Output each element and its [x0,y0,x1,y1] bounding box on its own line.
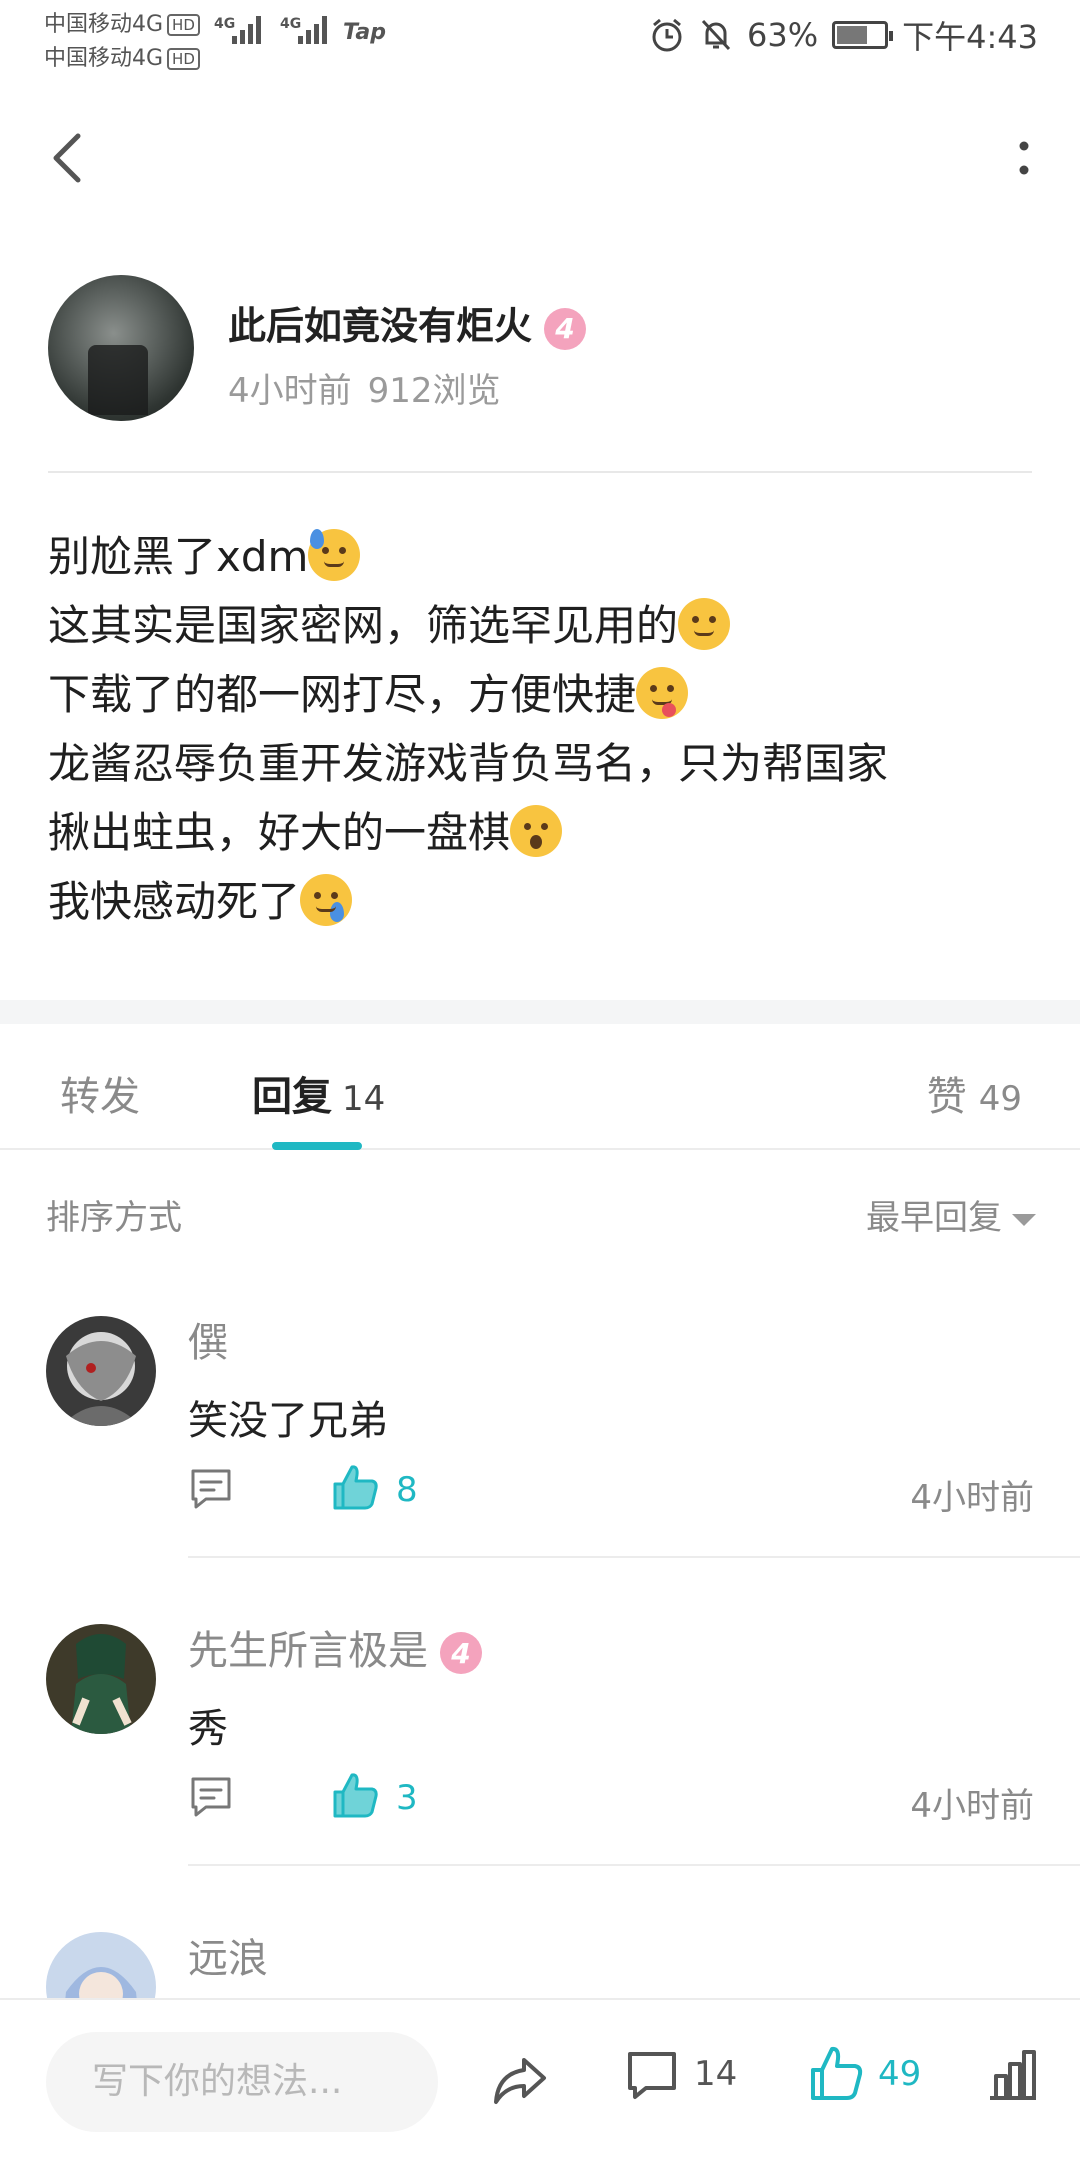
tab-indicator [272,1142,362,1150]
sort-dropdown[interactable]: 最早回复 [866,1190,1036,1239]
author-name-row: 此后如竟没有炬火 4 [228,295,587,350]
carrier-2: 中国移动4G [44,46,164,71]
reply-icon[interactable] [188,1774,234,1820]
tap-app-icon: Tap [343,20,386,45]
battery-icon [832,21,894,49]
astonished-face-emoji-icon [510,805,563,857]
post-time: 4小时前 [228,371,352,411]
wink-face-emoji-icon [678,598,731,650]
divider [188,1556,1080,1558]
commenter-avatar[interactable] [46,1624,156,1734]
sort-bar: 排序方式 最早回复 [46,1190,1036,1240]
post-line: 我快感动死了 [48,867,1048,936]
signal-icon [232,16,261,44]
top-nav [0,110,1080,200]
level-badge: 4 [544,307,587,350]
share-arrow-icon[interactable] [490,2050,550,2110]
caret-down-icon [1012,1213,1036,1226]
commenter-name[interactable]: 先生所言极是 [188,1628,428,1674]
like-count: 49 [978,1079,1022,1119]
more-vertical-icon[interactable] [1012,138,1036,186]
post-line: 别尬黑了xdm [48,522,1048,591]
comment-like-count: 3 [396,1778,418,1818]
comment-time: 4小时前 [910,1478,1034,1518]
thumbs-up-icon[interactable] [332,1462,380,1512]
alarm-icon [652,18,682,52]
hd-badge: HD [167,48,200,70]
post-line: 下载了的都一网打尽，方便快捷 [48,660,1048,729]
thumbs-up-icon[interactable] [332,1770,380,1820]
tab-reply[interactable]: 回复 14 [252,1064,385,1122]
bottom-comment-count: 14 [694,2054,738,2094]
post-author: 此后如竟没有炬火 4 4小时前 912浏览 [48,275,1038,425]
post-line: 龙酱忍辱负重开发游戏背负骂名，只为帮国家 [48,739,889,788]
view-count: 912浏览 [367,371,501,411]
comment-like-count: 8 [396,1470,418,1510]
clock: 下午4:43 [902,18,1038,56]
post-line: 这其实是国家密网，筛选罕见用的 [48,591,1048,660]
post-body: 别尬黑了xdm 这其实是国家密网，筛选罕见用的 下载了的都一网打尽，方便快捷 龙… [48,522,1048,936]
post-line: 揪出蛀虫，好大的一盘棋 [48,798,1048,867]
comment-time: 4小时前 [910,1786,1034,1826]
carrier-info: 中国移动4G HD 中国移动4G HD [44,8,200,76]
status-bar: 中国移动4G HD 中国移动4G HD 4G 4G Tap 63% 下午4:43 [0,0,1080,71]
section-gap [0,1000,1080,1024]
yum-face-emoji-icon [636,667,689,719]
reply-icon[interactable] [188,1466,234,1512]
post-meta: 4小时前 912浏览 [228,363,501,412]
sort-label: 排序方式 [46,1198,182,1238]
comment-actions: 8 4小时前 [188,1465,1034,1526]
thumbs-up-icon[interactable] [810,2044,864,2102]
commenter-name[interactable]: 远浪 [188,1926,268,1984]
sweat-face-emoji-icon [308,529,361,581]
crying-face-emoji-icon [300,874,353,926]
battery-percent: 63% [747,16,819,54]
commenter-name-row: 先生所言极是 4 [188,1618,482,1676]
comment-input[interactable]: 写下你的想法... [46,2032,438,2132]
interaction-tabs: 转发 回复 14 赞 49 [0,1024,1080,1150]
author-avatar[interactable] [48,275,194,421]
comment-text: 秀 [188,1706,228,1752]
reply-count: 14 [342,1079,386,1119]
comment-bubble-icon[interactable] [626,2050,678,2102]
comment-text: 笑没了兄弟 [188,1398,388,1444]
bottom-action-bar: 写下你的想法... 14 49 [0,1998,1080,2160]
tab-forward[interactable]: 转发 [60,1064,140,1122]
signal-icon [298,16,327,44]
tab-like[interactable]: 赞 49 [927,1064,1022,1122]
status-right: 63% 下午4:43 [649,12,1038,58]
commenter-name[interactable]: 僎 [188,1310,228,1368]
bottom-like-count: 49 [878,2054,922,2094]
hd-badge: HD [167,14,200,36]
commenter-avatar[interactable] [46,1316,156,1426]
stats-bars-icon[interactable] [988,2046,1038,2102]
back-arrow-icon[interactable] [48,130,88,186]
mute-bell-icon [701,19,731,51]
comment-actions: 3 4小时前 [188,1773,1034,1834]
level-badge: 4 [440,1632,482,1674]
divider [48,471,1032,473]
carrier-1: 中国移动4G [44,12,164,37]
divider [188,1864,1080,1866]
author-name[interactable]: 此后如竟没有炬火 [228,304,532,348]
